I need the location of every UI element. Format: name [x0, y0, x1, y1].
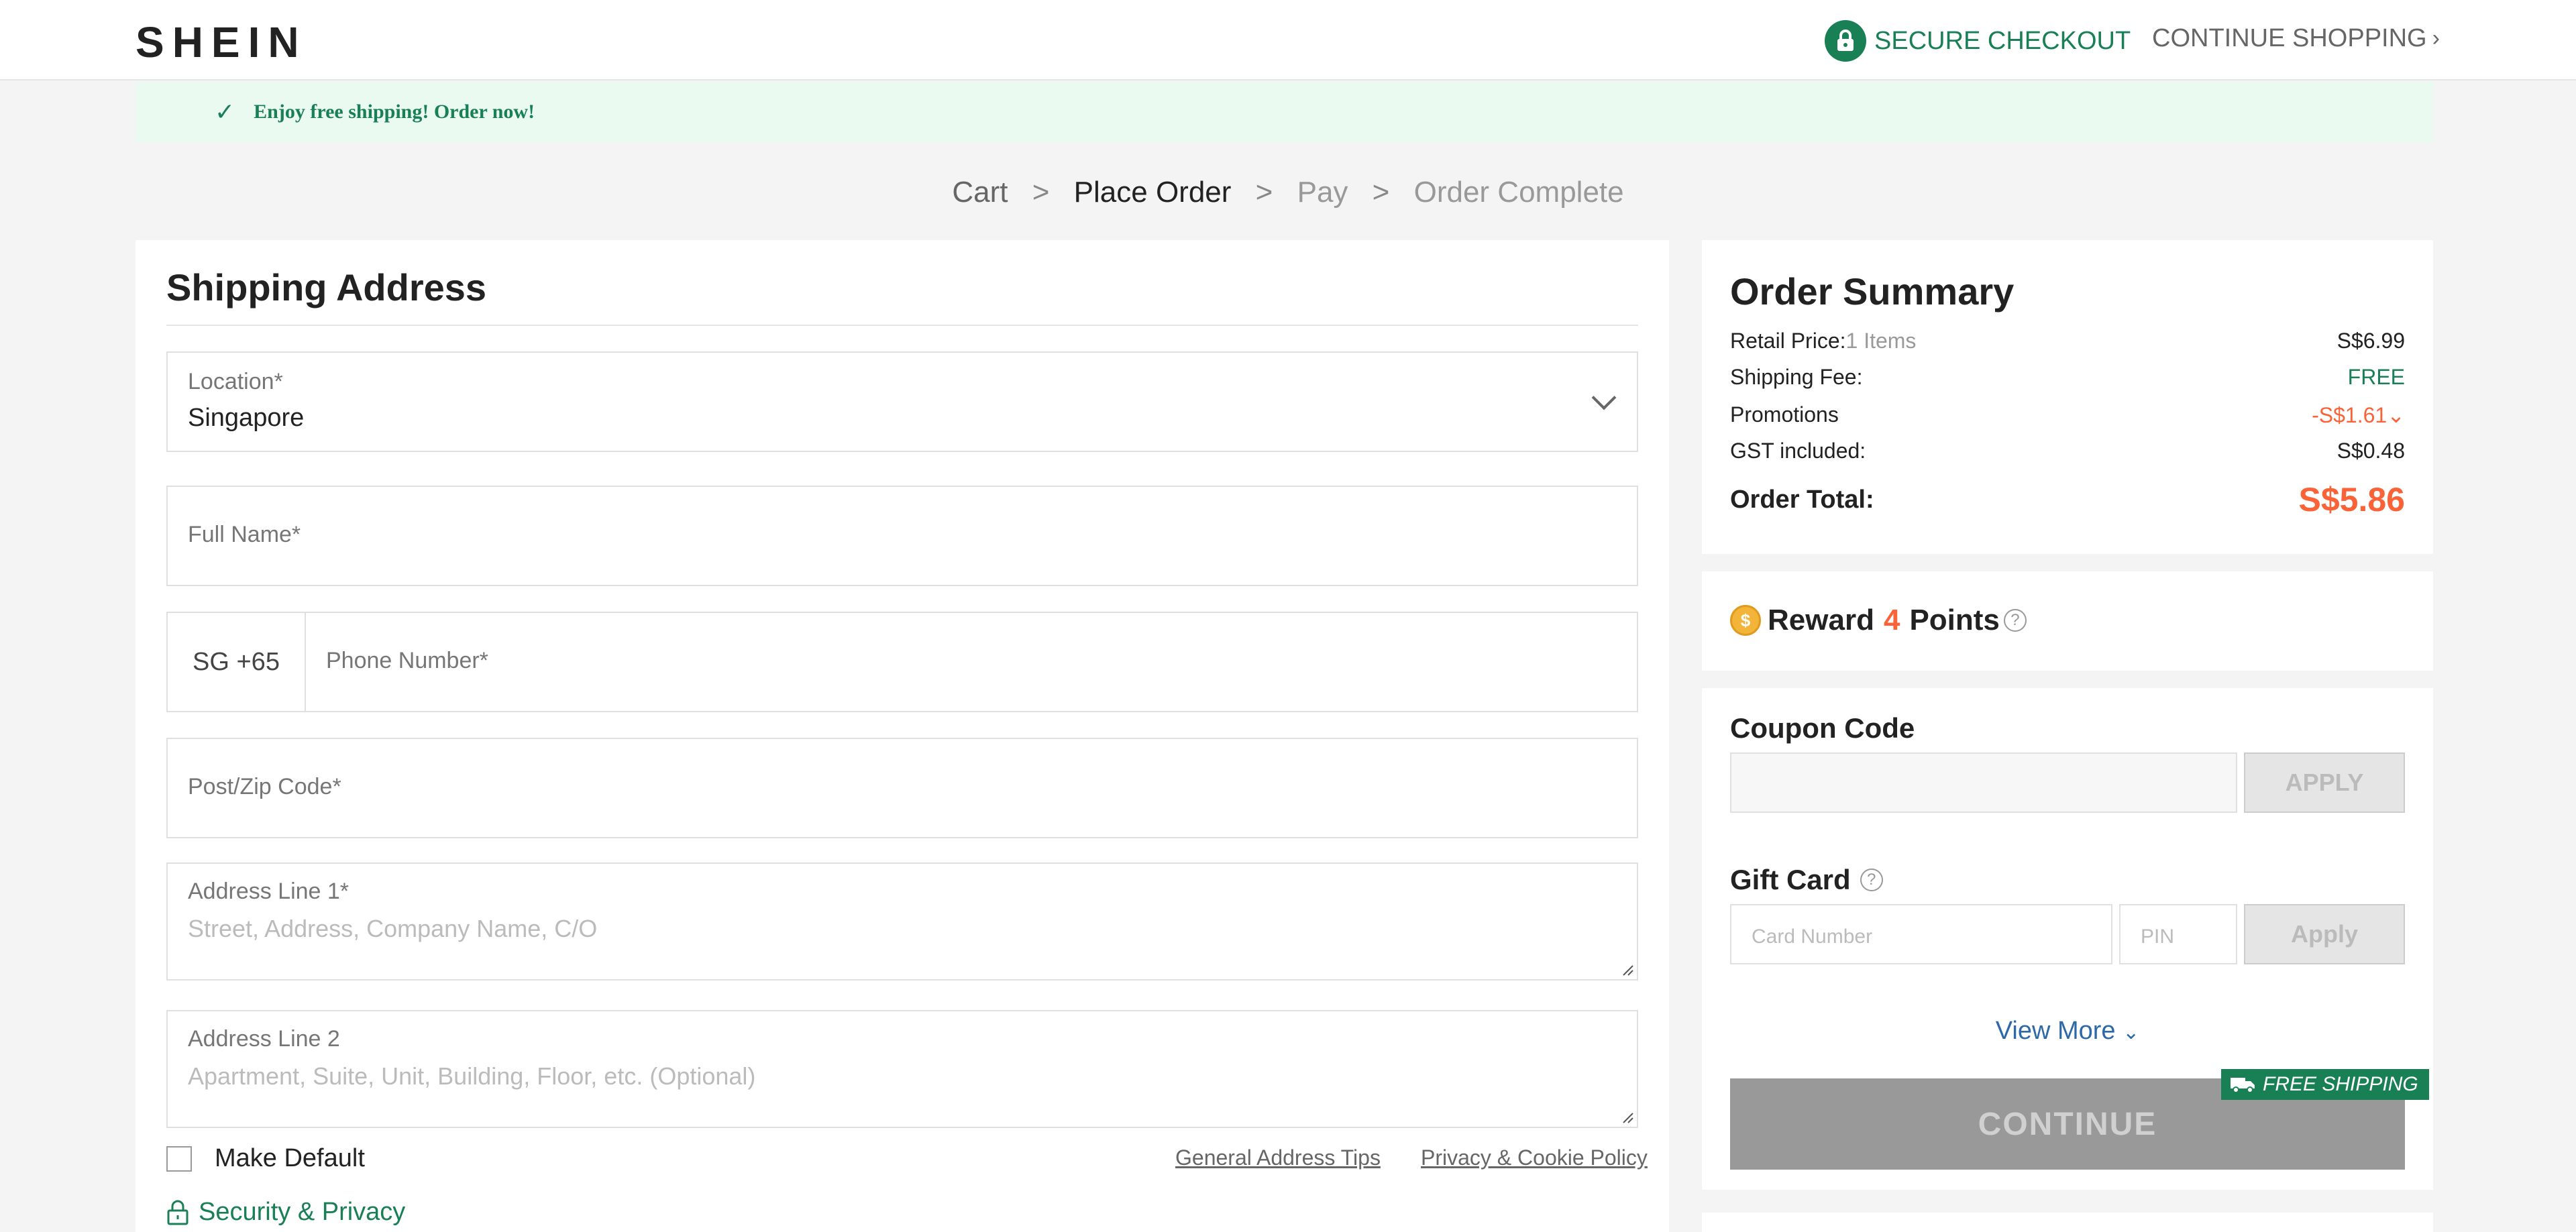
order-summary-title: Order Summary	[1730, 270, 2015, 313]
make-default-option[interactable]: Make Default	[166, 1144, 365, 1173]
retail-price-value: S$6.99	[2337, 329, 2405, 353]
address-line2-label: Address Line 2	[188, 1026, 340, 1052]
check-icon: ✓	[215, 98, 235, 125]
phone-field[interactable]: SG +65 Phone Number*	[166, 612, 1638, 712]
help-icon[interactable]: ?	[2003, 609, 2027, 632]
order-total-label: Order Total:	[1730, 485, 1874, 514]
free-shipping-tag: FREE SHIPPING	[2221, 1069, 2429, 1100]
promotions-value[interactable]: -S$1.61⌄	[2312, 402, 2405, 428]
shipping-address-title: Shipping Address	[166, 266, 487, 309]
phone-country-code[interactable]: SG +65	[168, 613, 306, 711]
view-more-link[interactable]: View More ⌄	[1702, 1017, 2433, 1046]
privacy-policy-link[interactable]: Privacy & Cookie Policy	[1421, 1145, 1648, 1170]
make-default-label[interactable]: Make Default	[215, 1144, 365, 1173]
postcode-field[interactable]: Post/Zip Code*	[166, 738, 1638, 838]
order-total-value: S$5.86	[2298, 481, 2405, 518]
continue-shopping-link[interactable]: CONTINUE SHOPPING ›	[2152, 24, 2440, 53]
shipping-address-panel: Shipping Address Location* Singapore Ful…	[136, 240, 1669, 1232]
lock-outline-icon	[167, 1200, 189, 1225]
retail-price-row: Retail Price:1 Items S$6.99	[1730, 329, 2405, 353]
shipping-fee-label: Shipping Fee:	[1730, 365, 1863, 389]
chevron-down-icon: ⌄	[2387, 403, 2405, 427]
chevron-down-icon	[1591, 385, 1617, 410]
truck-icon	[2231, 1078, 2255, 1093]
secure-checkout-label: SECURE CHECKOUT	[1874, 26, 2131, 55]
chevron-down-icon: ⌄	[2123, 1021, 2140, 1044]
promotions-label: Promotions	[1730, 402, 1839, 427]
lock-icon	[1825, 20, 1866, 62]
gift-card-number-input[interactable]: Card Number	[1730, 904, 2112, 964]
breadcrumb-cart[interactable]: Cart	[952, 176, 1008, 209]
free-shipping-label: FREE SHIPPING	[2263, 1073, 2418, 1095]
gst-value: S$0.48	[2337, 439, 2405, 463]
secure-checkout: SECURE CHECKOUT	[1825, 20, 2131, 62]
phone-number-label: Phone Number*	[326, 648, 488, 673]
shein-logo[interactable]: SHEIN	[136, 17, 307, 67]
gift-card-label: Gift Card	[1730, 864, 1851, 895]
security-privacy-link[interactable]: Security & Privacy	[166, 1198, 405, 1227]
resize-handle-icon[interactable]	[1619, 962, 1634, 976]
coupon-code-title: Coupon Code	[1730, 712, 1915, 744]
banner-text: Enjoy free shipping! Order now!	[254, 101, 535, 123]
breadcrumb-separator: >	[1372, 176, 1390, 209]
reward-suffix: Points	[1909, 604, 2000, 636]
payment-actions-card: Coupon Code APPLY Gift Card ? Card Numbe…	[1702, 688, 2433, 1190]
gift-card-pin-input[interactable]: PIN	[2119, 904, 2237, 964]
gift-card-apply-button[interactable]: Apply	[2244, 904, 2405, 964]
promotions-amount: -S$1.61	[2312, 403, 2387, 427]
continue-shopping-label[interactable]: CONTINUE SHOPPING	[2152, 24, 2427, 53]
retail-items-count: 1 Items	[1845, 329, 1917, 353]
make-default-checkbox[interactable]	[166, 1145, 192, 1172]
address-line2-field[interactable]: Address Line 2 Apartment, Suite, Unit, B…	[166, 1010, 1638, 1128]
top-header: SHEIN SECURE CHECKOUT CONTINUE SHOPPING …	[0, 0, 2576, 80]
view-more-label[interactable]: View More	[1996, 1017, 2116, 1045]
coupon-apply-button[interactable]: APPLY	[2244, 752, 2405, 813]
security-privacy-label[interactable]: Security & Privacy	[199, 1198, 405, 1227]
coin-icon: $	[1730, 605, 1761, 636]
promotions-row[interactable]: Promotions -S$1.61⌄	[1730, 402, 2405, 428]
address-tips-link[interactable]: General Address Tips	[1175, 1145, 1381, 1170]
breadcrumb: Cart > Place Order > Pay > Order Complet…	[0, 176, 2576, 209]
gift-card-pin-placeholder: PIN	[2141, 926, 2175, 948]
location-value: Singapore	[188, 404, 305, 432]
order-summary-card: Order Summary Retail Price:1 Items S$6.9…	[1702, 240, 2433, 554]
help-icon[interactable]: ?	[1860, 869, 1883, 891]
reward-prefix: Reward	[1768, 604, 1874, 636]
gift-card-title: Gift Card ?	[1730, 864, 1883, 896]
retail-price-label: Retail Price:	[1730, 329, 1846, 353]
reward-points-number: 4	[1883, 604, 1900, 636]
breadcrumb-pay: Pay	[1297, 176, 1348, 209]
breadcrumb-separator: >	[1032, 176, 1050, 209]
order-total-row: Order Total: S$5.86	[1730, 480, 2405, 519]
address-line1-label: Address Line 1*	[188, 879, 350, 904]
address-line2-placeholder: Apartment, Suite, Unit, Building, Floor,…	[188, 1062, 756, 1090]
resize-handle-icon[interactable]	[1619, 1109, 1634, 1124]
gift-card-number-placeholder: Card Number	[1752, 926, 1873, 948]
address-line1-field[interactable]: Address Line 1* Street, Address, Company…	[166, 862, 1638, 981]
full-name-label: Full Name*	[188, 522, 301, 547]
chevron-right-icon: ›	[2432, 25, 2440, 51]
address-line1-placeholder: Street, Address, Company Name, C/O	[188, 915, 598, 942]
next-card-edge	[1702, 1213, 2433, 1232]
shipping-fee-row: Shipping Fee: FREE	[1730, 365, 2405, 390]
coupon-code-input[interactable]	[1730, 752, 2237, 813]
shipping-fee-value: FREE	[2347, 365, 2405, 389]
free-shipping-banner: ✓ Enjoy free shipping! Order now!	[136, 82, 2434, 142]
breadcrumb-order-complete: Order Complete	[1413, 176, 1624, 209]
breadcrumb-place-order: Place Order	[1073, 176, 1232, 209]
postcode-label: Post/Zip Code*	[188, 774, 341, 799]
gst-label: GST included:	[1730, 439, 1866, 463]
full-name-field[interactable]: Full Name*	[166, 486, 1638, 586]
gst-row: GST included: S$0.48	[1730, 439, 2405, 463]
location-label: Location*	[188, 369, 283, 394]
location-select[interactable]: Location* Singapore	[166, 351, 1638, 452]
breadcrumb-separator: >	[1255, 176, 1273, 209]
reward-points: $ Reward 4 Points ?	[1730, 604, 2027, 637]
reward-points-card: $ Reward 4 Points ?	[1702, 571, 2433, 671]
divider	[166, 325, 1638, 326]
